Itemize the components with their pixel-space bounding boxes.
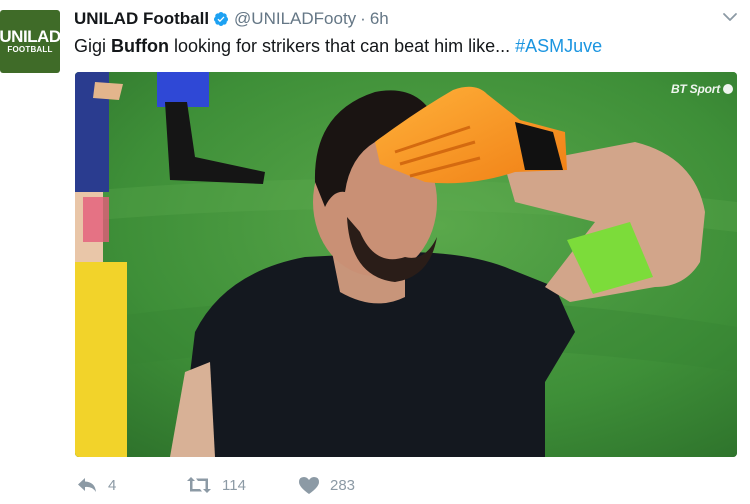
like-action[interactable]: 283 [298,476,388,495]
reply-action[interactable]: 4 [76,476,186,494]
heart-icon[interactable] [298,476,320,495]
tweet-header: UNILAD Football @UNILADFooty · 6h [74,8,389,30]
avatar-line2: FOOTBALL [7,45,53,54]
hashtag-link[interactable]: #ASMJuve [515,36,602,56]
verified-badge-icon [214,12,229,26]
retweet-count: 114 [222,476,246,494]
avatar-line1: UNILAD [0,27,60,46]
chevron-down-icon[interactable] [722,10,738,24]
tweet-text-part: looking for strikers that can beat him l… [169,36,516,56]
tweet-text-part: Gigi [74,36,112,56]
tweet-text: Gigi Buffon looking for strikers that ca… [74,34,602,58]
retweet-action[interactable]: 114 [186,476,298,494]
tweet-photo[interactable]: BT Sport [75,72,737,457]
avatar[interactable]: UNILAD FOOTBALL [0,10,60,73]
tweet-actions: 4 114 283 [76,474,388,496]
photo-illustration [75,72,737,457]
watermark-text: BT Sport [670,82,720,96]
broadcaster-watermark: BT Sport [671,82,733,96]
tweet: UNILAD FOOTBALL UNILAD Football @UNILADF… [0,0,750,504]
reply-icon[interactable] [76,476,98,494]
author-handle[interactable]: @UNILADFooty [234,9,356,29]
tweet-text-bold: Buffon [111,36,169,56]
author-name[interactable]: UNILAD Football [74,9,209,29]
reply-count: 4 [108,476,117,494]
watermark-dot-icon [723,84,733,94]
retweet-icon[interactable] [186,476,212,494]
timestamp[interactable]: 6h [370,9,389,29]
separator: · [360,9,366,28]
like-count: 283 [330,476,356,494]
